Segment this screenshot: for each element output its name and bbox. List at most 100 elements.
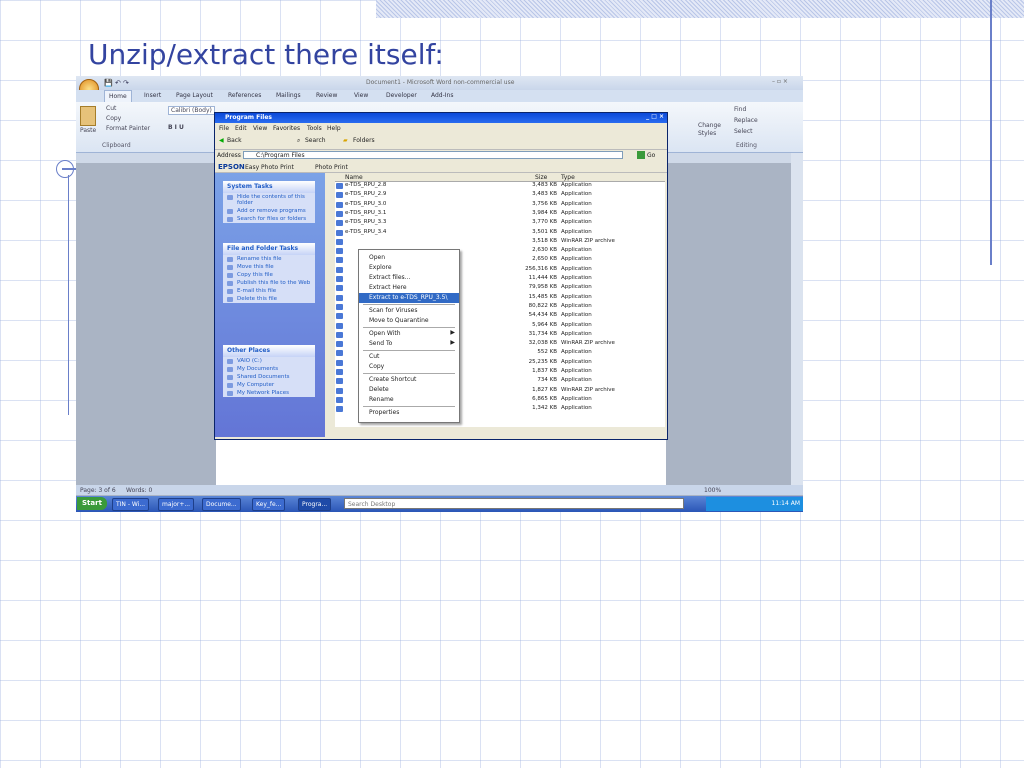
file-row[interactable]: 3,518 KB WinRAR ZIP archive bbox=[335, 238, 665, 247]
taskbar-button-active[interactable]: Progra... bbox=[298, 498, 332, 511]
tab-page-layout[interactable]: Page Layout bbox=[176, 92, 213, 99]
taskbar-button[interactable]: TIN - Wi... bbox=[112, 498, 150, 511]
taskbar-button[interactable]: major+... bbox=[158, 498, 195, 511]
tab-references[interactable]: References bbox=[228, 92, 261, 99]
search-button[interactable]: Search bbox=[305, 137, 326, 144]
file-type: Application bbox=[561, 302, 592, 309]
photo-print-button[interactable]: Photo Print bbox=[315, 164, 348, 171]
menu-tools[interactable]: Tools bbox=[307, 125, 322, 132]
cut-button[interactable]: Cut bbox=[106, 105, 116, 112]
task-copy[interactable]: Copy this file bbox=[223, 271, 315, 279]
menu-view[interactable]: View bbox=[253, 125, 267, 132]
file-row[interactable]: e-TDS_RPU_3.3 3,770 KB Application bbox=[335, 219, 665, 228]
format-painter-button[interactable]: Format Painter bbox=[106, 125, 150, 132]
easy-photo-print-button[interactable]: Easy Photo Print bbox=[245, 164, 294, 171]
document-scrollbar[interactable] bbox=[791, 153, 803, 485]
menu-edit[interactable]: Edit bbox=[235, 125, 247, 132]
task-add-remove-programs[interactable]: Add or remove programs bbox=[223, 207, 315, 215]
context-menu-item[interactable]: Extract files... bbox=[359, 273, 459, 283]
place-shared-documents[interactable]: Shared Documents bbox=[223, 373, 315, 381]
taskbar-button[interactable]: Docume... bbox=[202, 498, 241, 511]
column-size[interactable]: Size bbox=[535, 174, 547, 181]
go-button[interactable]: Go bbox=[647, 152, 655, 159]
column-name[interactable]: Name bbox=[345, 174, 363, 181]
menu-favorites[interactable]: Favorites bbox=[273, 125, 300, 132]
find-button[interactable]: Find bbox=[734, 106, 746, 113]
tab-home[interactable]: Home bbox=[104, 90, 132, 102]
context-menu-item[interactable]: Scan for Viruses bbox=[359, 306, 459, 316]
context-menu-item[interactable]: Move to Quarantine bbox=[359, 316, 459, 326]
menu-separator bbox=[363, 327, 455, 328]
back-button[interactable]: Back bbox=[227, 137, 242, 144]
go-icon[interactable] bbox=[637, 151, 645, 159]
quick-access-toolbar[interactable]: 💾 ↶ ↷ bbox=[104, 79, 129, 87]
tab-add-ins[interactable]: Add-Ins bbox=[431, 92, 453, 99]
context-menu-item[interactable]: Rename bbox=[359, 395, 459, 405]
context-menu-item[interactable]: Open With bbox=[359, 329, 459, 339]
zoom-level[interactable]: 100% bbox=[704, 487, 721, 494]
tab-insert[interactable]: Insert bbox=[144, 92, 161, 99]
paste-button[interactable]: Paste bbox=[80, 127, 96, 134]
system-tasks-title[interactable]: System Tasks bbox=[223, 181, 315, 193]
context-menu-item[interactable]: Extract Here bbox=[359, 283, 459, 293]
menu-file[interactable]: File bbox=[219, 125, 229, 132]
file-row[interactable]: e-TDS_RPU_3.0 3,756 KB Application bbox=[335, 201, 665, 210]
context-menu-item[interactable]: Send To bbox=[359, 339, 459, 349]
tab-mailings[interactable]: Mailings bbox=[276, 92, 301, 99]
context-menu-item[interactable]: Properties bbox=[359, 408, 459, 418]
task-rename[interactable]: Rename this file bbox=[223, 255, 315, 263]
tab-developer[interactable]: Developer bbox=[386, 92, 417, 99]
replace-button[interactable]: Replace bbox=[734, 117, 758, 124]
other-places-title[interactable]: Other Places bbox=[223, 345, 315, 357]
file-type: Application bbox=[561, 256, 592, 263]
context-menu-item[interactable]: Create Shortcut bbox=[359, 375, 459, 385]
search-icon[interactable]: ⌕ bbox=[297, 137, 300, 145]
file-row[interactable]: e-TDS_RPU_3.4 3,501 KB Application bbox=[335, 229, 665, 238]
task-search-files[interactable]: Search for files or folders bbox=[223, 215, 315, 223]
file-row[interactable]: e-TDS_RPU_2.8 3,483 KB Application bbox=[335, 182, 665, 191]
start-button[interactable]: Start bbox=[77, 497, 107, 510]
context-menu-item[interactable]: Delete bbox=[359, 385, 459, 395]
tab-review[interactable]: Review bbox=[316, 92, 337, 99]
task-delete[interactable]: Delete this file bbox=[223, 295, 315, 303]
paste-icon[interactable] bbox=[80, 106, 96, 126]
file-row[interactable]: e-TDS_RPU_3.1 3,984 KB Application bbox=[335, 210, 665, 219]
select-button[interactable]: Select bbox=[734, 128, 753, 135]
column-type[interactable]: Type bbox=[561, 174, 575, 181]
taskbar-button[interactable]: Key_fe... bbox=[252, 498, 286, 511]
file-icon bbox=[336, 359, 343, 366]
file-size: 2,630 KB bbox=[532, 247, 557, 254]
window-controls[interactable]: – ▫ × bbox=[772, 78, 788, 85]
address-field[interactable]: C:\Program Files bbox=[243, 151, 623, 159]
task-hide-contents[interactable]: Hide the contents of this folder bbox=[223, 193, 315, 207]
context-menu-item[interactable]: Cut bbox=[359, 352, 459, 362]
menu-help[interactable]: Help bbox=[327, 125, 341, 132]
place-my-documents[interactable]: My Documents bbox=[223, 365, 315, 373]
place-my-computer[interactable]: My Computer bbox=[223, 381, 315, 389]
file-tasks-title[interactable]: File and Folder Tasks bbox=[223, 243, 315, 255]
place-vaio[interactable]: VAIO (C:) bbox=[223, 357, 315, 365]
task-move[interactable]: Move this file bbox=[223, 263, 315, 271]
file-icon bbox=[336, 276, 343, 282]
context-menu-item[interactable]: Copy bbox=[359, 362, 459, 372]
change-styles-button[interactable]: Change bbox=[698, 122, 721, 129]
tab-view[interactable]: View bbox=[354, 92, 368, 99]
file-row[interactable]: e-TDS_RPU_2.9 3,483 KB Application bbox=[335, 191, 665, 200]
context-menu-item[interactable]: Open bbox=[359, 253, 459, 263]
folders-button[interactable]: Folders bbox=[353, 137, 375, 144]
folders-icon[interactable]: ▰ bbox=[343, 137, 348, 144]
copy-button[interactable]: Copy bbox=[106, 115, 121, 122]
word-status-bar: Page: 3 of 6 Words: 0 100% bbox=[76, 485, 803, 495]
place-network-places[interactable]: My Network Places bbox=[223, 389, 315, 397]
task-publish[interactable]: Publish this file to the Web bbox=[223, 279, 315, 287]
search-desktop-field[interactable]: Search Desktop bbox=[344, 498, 684, 509]
explorer-title: Program Files bbox=[225, 114, 272, 121]
task-email[interactable]: E-mail this file bbox=[223, 287, 315, 295]
context-menu-item[interactable]: Extract to e-TDS_RPU_3.5\ bbox=[359, 293, 459, 303]
back-icon[interactable]: ◀ bbox=[219, 137, 224, 144]
context-menu-item[interactable]: Explore bbox=[359, 263, 459, 273]
font-name-field[interactable]: Calibri (Body) bbox=[168, 106, 215, 115]
explorer-window-controls[interactable]: _ □ × bbox=[646, 113, 664, 120]
font-format-buttons[interactable]: B I U bbox=[168, 124, 184, 131]
file-icon bbox=[336, 350, 343, 357]
